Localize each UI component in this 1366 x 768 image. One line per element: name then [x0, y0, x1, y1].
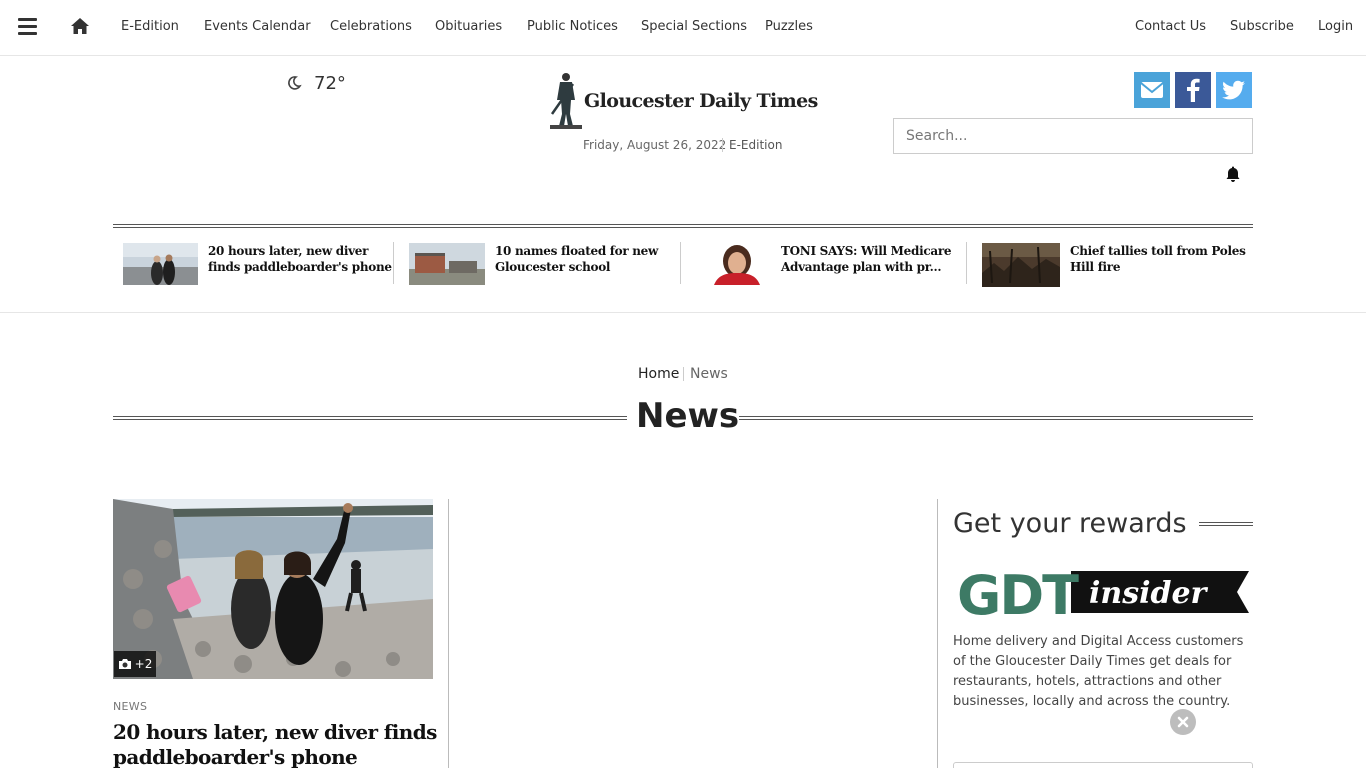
weather-temperature: 72° — [314, 72, 346, 94]
breadcrumb-home[interactable]: Home — [638, 366, 679, 382]
nav-link-login[interactable]: Login — [1318, 19, 1353, 34]
twitter-icon — [1216, 72, 1252, 108]
search-input[interactable] — [893, 118, 1253, 154]
close-icon — [1177, 716, 1189, 728]
masthead-divider — [113, 224, 1253, 228]
headline-title[interactable]: 10 names floated for new Gloucester scho… — [495, 243, 670, 275]
nav-link-contact-us[interactable]: Contact Us — [1135, 19, 1206, 34]
gdt-logo-text: GDT — [957, 564, 1079, 621]
home-icon[interactable] — [70, 17, 90, 35]
logo-wordmark: Gloucester Daily Times — [584, 90, 818, 112]
nav-link-subscribe[interactable]: Subscribe — [1230, 19, 1294, 34]
camera-icon — [118, 659, 131, 669]
headline-thumbnail — [982, 243, 1060, 287]
nav-link-special-sections[interactable]: Special Sections — [641, 19, 747, 34]
story-kicker[interactable]: NEWS — [113, 700, 147, 713]
close-button[interactable] — [1170, 709, 1196, 735]
current-date: Friday, August 26, 2022 — [583, 138, 727, 152]
headline-thumbnail — [409, 243, 485, 285]
nav-link-e-edition[interactable]: E-Edition — [121, 19, 179, 34]
headline-separator — [966, 242, 967, 284]
nav-link-puzzles[interactable]: Puzzles — [765, 19, 813, 34]
rewards-heading-rule — [1199, 522, 1253, 526]
headlines-strip-divider — [0, 312, 1366, 313]
headline-thumbnail — [706, 243, 768, 285]
photo-count: +2 — [134, 657, 153, 671]
headline-card-4[interactable]: Chief tallies toll from Poles Hill fire — [981, 240, 1261, 290]
nav-link-obituaries[interactable]: Obituaries — [435, 19, 502, 34]
headline-title[interactable]: TONI SAYS: Will Medicare Advantage plan … — [781, 243, 956, 275]
sidebar-next-box — [953, 762, 1253, 768]
envelope-icon — [1134, 72, 1170, 108]
headline-card-2[interactable]: 10 names floated for new Gloucester scho… — [408, 240, 670, 290]
headline-title[interactable]: Chief tallies toll from Poles Hill fire — [1070, 243, 1260, 275]
facebook-icon — [1175, 72, 1211, 108]
column-divider-left — [448, 499, 449, 768]
headline-separator — [680, 242, 681, 284]
nav-link-public-notices[interactable]: Public Notices — [527, 19, 618, 34]
section-title: News — [636, 396, 740, 436]
section-title-rule-right — [739, 416, 1253, 420]
rewards-heading: Get your rewards — [953, 508, 1187, 539]
photo-count-badge[interactable]: +2 — [114, 651, 156, 677]
headline-thumbnail — [123, 243, 198, 285]
rewards-description: Home delivery and Digital Access custome… — [953, 634, 1244, 709]
gdt-insider-logo[interactable]: GDT insider — [953, 563, 1253, 621]
fisherman-statue-icon — [550, 73, 582, 129]
twitter-button[interactable] — [1216, 72, 1252, 108]
breadcrumb-separator — [683, 367, 684, 381]
headline-title[interactable]: 20 hours later, new diver finds paddlebo… — [208, 243, 392, 275]
top-navigation-bar: E-Edition Events Calendar Celebrations O… — [0, 0, 1366, 56]
moon-icon — [288, 76, 302, 90]
site-logo[interactable]: Gloucester Daily Times — [546, 70, 826, 130]
headline-card-1[interactable]: 20 hours later, new diver finds paddlebo… — [122, 240, 392, 290]
column-divider-right — [937, 499, 938, 768]
nav-link-events-calendar[interactable]: Events Calendar — [204, 19, 311, 34]
facebook-button[interactable] — [1175, 72, 1211, 108]
headline-card-3[interactable]: TONI SAYS: Will Medicare Advantage plan … — [705, 240, 960, 290]
headline-separator — [393, 242, 394, 284]
breadcrumb-current[interactable]: News — [690, 366, 728, 382]
insider-logo-text: insider — [1089, 576, 1209, 611]
menu-icon[interactable] — [18, 18, 37, 36]
lead-story-title[interactable]: 20 hours later, new diver finds paddlebo… — [113, 720, 443, 768]
lead-story-photo[interactable] — [113, 499, 433, 679]
notification-bell-icon[interactable] — [1224, 165, 1242, 183]
email-button[interactable] — [1134, 72, 1170, 108]
nav-link-celebrations[interactable]: Celebrations — [330, 19, 412, 34]
e-edition-link[interactable]: E-Edition — [722, 138, 782, 152]
weather-widget[interactable]: 72° — [286, 72, 346, 94]
section-title-rule-left — [113, 416, 627, 420]
